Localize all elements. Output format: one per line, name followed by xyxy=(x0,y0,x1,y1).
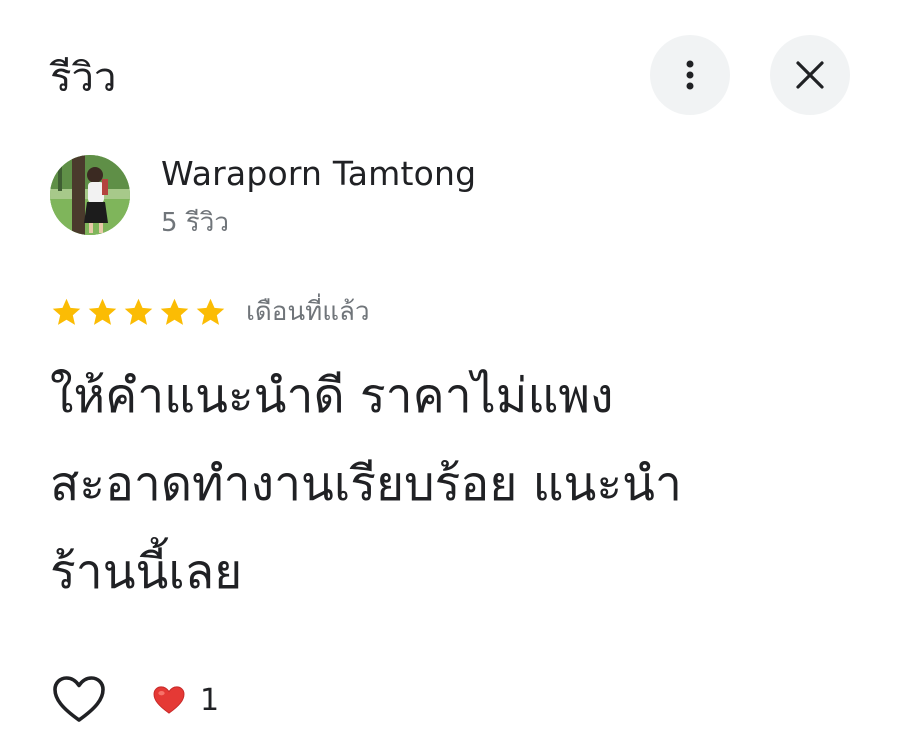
heart-outline-icon xyxy=(53,676,105,722)
star-icon xyxy=(52,298,81,325)
reaction-count: 1 xyxy=(200,682,220,718)
star-rating xyxy=(50,296,227,329)
review-text-line: ร้านนี้เลย xyxy=(50,544,243,600)
like-button[interactable] xyxy=(50,672,108,726)
avatar-photo xyxy=(50,155,130,235)
review-text-line: ให้คำแนะนำดี ราคาไม่แพง xyxy=(50,368,614,424)
author-name[interactable]: Waraporn Tamtong xyxy=(161,152,476,196)
more-vertical-icon xyxy=(686,60,694,90)
close-button[interactable] xyxy=(770,35,850,115)
reaction-summary[interactable]: 1 xyxy=(152,678,219,722)
review-text: ให้คำแนะนำดี ราคาไม่แพงสะอาดทำงานเรียบร้… xyxy=(50,352,850,616)
page-title: รีวิว xyxy=(50,55,117,101)
rating-row: เดือนที่แล้ว xyxy=(50,292,370,332)
avatar[interactable] xyxy=(50,155,130,235)
close-icon xyxy=(796,61,824,89)
author-review-count: 5 รีวิว xyxy=(161,208,229,238)
star-icon xyxy=(160,298,189,325)
star-icon xyxy=(88,298,117,325)
review-date: เดือนที่แล้ว xyxy=(246,297,370,327)
star-icon xyxy=(196,298,225,325)
red-heart-icon xyxy=(153,686,185,714)
star-icon xyxy=(124,298,153,325)
more-options-button[interactable] xyxy=(650,35,730,115)
review-text-line: สะอาดทำงานเรียบร้อย แนะนำ xyxy=(50,456,682,512)
